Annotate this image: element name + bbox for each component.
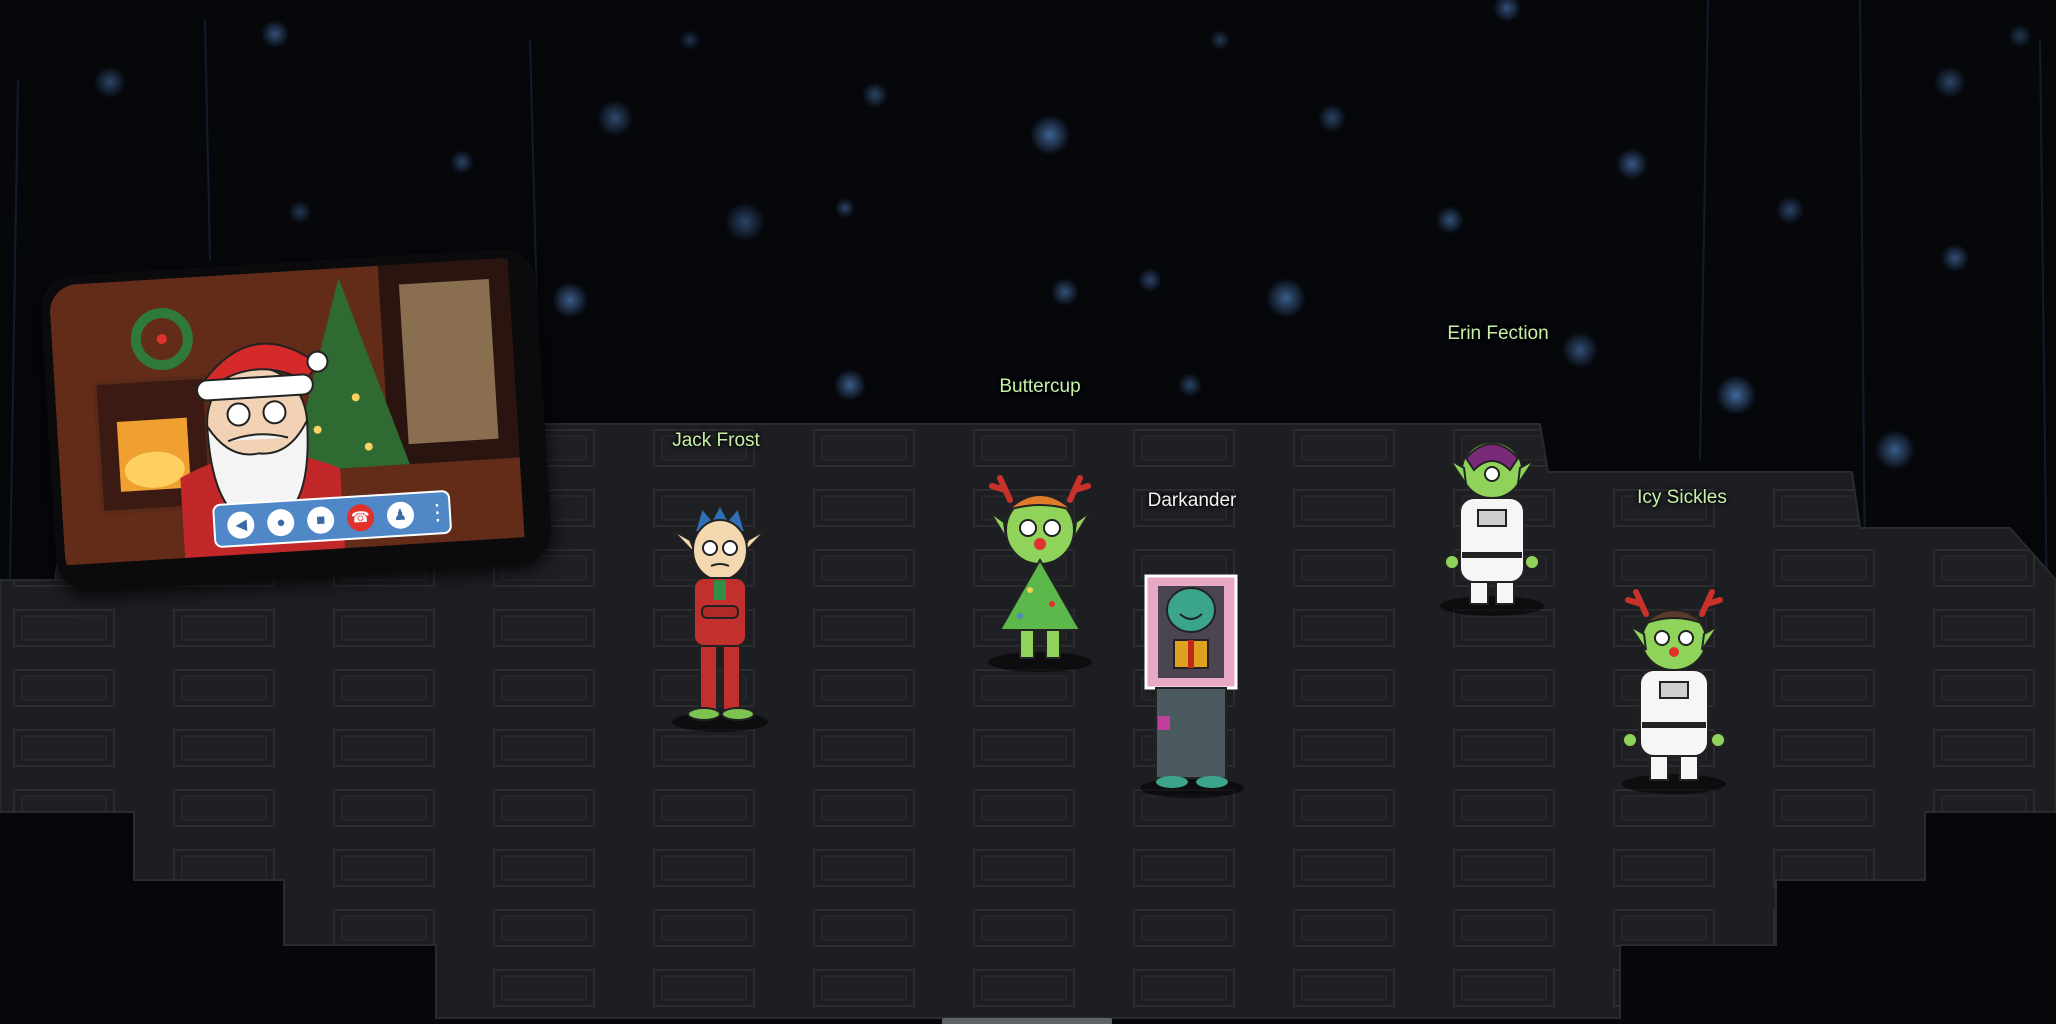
camera-icon[interactable]: ■: [306, 505, 335, 534]
bottom-drawer-handle[interactable]: [942, 1018, 1112, 1024]
video-call-screen: ◀ ● ■ ☎ ♟ ⋮: [48, 257, 543, 584]
more-icon[interactable]: ⋮: [426, 499, 449, 525]
name-tag-darkander: Darkander: [1147, 490, 1237, 511]
name-tag-jack-frost: Jack Frost: [672, 430, 760, 451]
microphone-icon[interactable]: ●: [266, 507, 296, 537]
name-tag-buttercup: Buttercup: [999, 376, 1081, 397]
name-tag-erin-fection: Erin Fection: [1447, 323, 1549, 344]
name-tag-icy-sickles: Icy Sickles: [1637, 487, 1727, 508]
avatar-darkander[interactable]: [1144, 574, 1238, 788]
participants-icon[interactable]: ♟: [385, 500, 415, 530]
hang-up-icon[interactable]: ☎: [346, 502, 375, 532]
video-call-monitor[interactable]: ◀ ● ■ ☎ ♟ ⋮: [38, 247, 554, 593]
speaker-icon[interactable]: ◀: [226, 510, 256, 539]
